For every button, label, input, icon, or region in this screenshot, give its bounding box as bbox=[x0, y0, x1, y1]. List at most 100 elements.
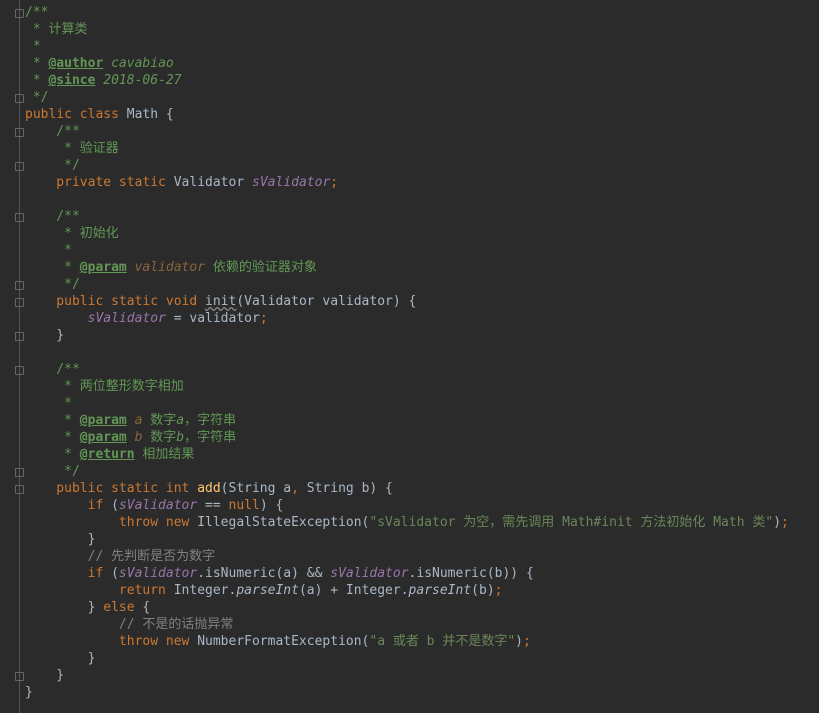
fold-toggle-icon[interactable] bbox=[15, 672, 24, 681]
code-token-doc: * bbox=[25, 447, 80, 462]
code-line[interactable]: public static void init(Validator valida… bbox=[25, 293, 819, 310]
code-token-str: "a 或者 b 并不是数字" bbox=[369, 634, 515, 649]
code-token-plain: (a) + Integer. bbox=[299, 583, 409, 598]
code-token-doc: * bbox=[25, 56, 48, 71]
fold-toggle-icon[interactable] bbox=[15, 162, 24, 171]
code-token-semi: ; bbox=[330, 175, 338, 190]
code-line[interactable]: */ bbox=[25, 89, 819, 106]
code-line[interactable]: * @since 2018-06-27 bbox=[25, 72, 819, 89]
code-token-plain: } bbox=[25, 651, 95, 666]
code-line[interactable]: public class Math { bbox=[25, 106, 819, 123]
fold-toggle-icon[interactable] bbox=[15, 332, 24, 341]
code-line[interactable]: return Integer.parseInt(a) + Integer.par… bbox=[25, 582, 819, 599]
code-line[interactable] bbox=[25, 344, 819, 361]
code-line[interactable]: * 计算类 bbox=[25, 21, 819, 38]
fold-toggle-icon[interactable] bbox=[15, 366, 24, 375]
fold-toggle-icon[interactable] bbox=[15, 298, 24, 307]
code-line[interactable]: * @author cavabiao bbox=[25, 55, 819, 72]
fold-toggle-icon[interactable] bbox=[15, 485, 24, 494]
code-token-dparam: validator bbox=[127, 260, 205, 275]
code-token-doc: */ bbox=[25, 90, 48, 105]
code-token-plain: (Validator validator) { bbox=[236, 294, 416, 309]
code-line[interactable]: * 两位整形数字相加 bbox=[25, 378, 819, 395]
code-line[interactable]: /** bbox=[25, 4, 819, 21]
code-token-dparam: b bbox=[127, 430, 143, 445]
code-line[interactable]: * 初始化 bbox=[25, 225, 819, 242]
code-line[interactable]: * @param b 数字b，字符串 bbox=[25, 429, 819, 446]
code-line[interactable]: } bbox=[25, 684, 819, 701]
code-line[interactable]: * @param a 数字a，字符串 bbox=[25, 412, 819, 429]
code-token-plain: } bbox=[25, 328, 64, 343]
code-token-doc: * 验证器 bbox=[25, 141, 119, 156]
code-editor[interactable]: /** * 计算类 * * @author cavabiao * @since … bbox=[25, 4, 819, 701]
code-token-doc: /** bbox=[25, 209, 80, 224]
code-token-plain: } bbox=[25, 532, 95, 547]
code-line[interactable]: /** bbox=[25, 123, 819, 140]
code-token-doc: /** bbox=[25, 362, 80, 377]
code-line[interactable]: } else { bbox=[25, 599, 819, 616]
code-line[interactable]: */ bbox=[25, 463, 819, 480]
code-line[interactable]: throw new IllegalStateException("sValida… bbox=[25, 514, 819, 531]
code-line[interactable]: * bbox=[25, 395, 819, 412]
code-token-doc: * bbox=[25, 260, 80, 275]
code-token-plain: IllegalStateException( bbox=[197, 515, 369, 530]
fold-toggle-icon[interactable] bbox=[15, 9, 24, 18]
code-line[interactable]: } bbox=[25, 531, 819, 548]
code-token-doc: * bbox=[25, 396, 72, 411]
code-line[interactable]: /** bbox=[25, 208, 819, 225]
code-token-dparam: a bbox=[127, 413, 143, 428]
code-line[interactable]: sValidator = validator; bbox=[25, 310, 819, 327]
fold-toggle-icon[interactable] bbox=[15, 281, 24, 290]
code-token-plain: ) { bbox=[260, 498, 283, 513]
code-token-doc: */ bbox=[25, 277, 80, 292]
code-line[interactable]: /** bbox=[25, 361, 819, 378]
code-token-plain: Validator bbox=[174, 175, 252, 190]
fold-toggle-icon[interactable] bbox=[15, 468, 24, 477]
fold-toggle-icon[interactable] bbox=[15, 94, 24, 103]
code-line[interactable]: // 不是的话抛异常 bbox=[25, 616, 819, 633]
code-line[interactable]: } bbox=[25, 327, 819, 344]
code-token-field: sValidator bbox=[119, 498, 197, 513]
code-token-dital: b bbox=[176, 430, 184, 445]
code-line[interactable]: * bbox=[25, 242, 819, 259]
fold-toggle-icon[interactable] bbox=[15, 213, 24, 222]
code-token-doc: * 计算类 bbox=[25, 22, 87, 37]
code-token-tag: @author bbox=[48, 56, 103, 71]
code-token-doc: * 初始化 bbox=[25, 226, 119, 241]
code-token-tag: @since bbox=[48, 73, 95, 88]
code-token-field: sValidator bbox=[119, 566, 197, 581]
code-line[interactable] bbox=[25, 191, 819, 208]
code-line[interactable]: */ bbox=[25, 157, 819, 174]
editor-gutter[interactable] bbox=[0, 0, 20, 713]
code-token-kw: public class bbox=[25, 107, 127, 122]
code-token-doc: * bbox=[25, 73, 48, 88]
code-token-field: sValidator bbox=[330, 566, 408, 581]
code-token-doc: */ bbox=[25, 464, 80, 479]
code-token-doc: /** bbox=[25, 124, 80, 139]
code-token-plain: Math { bbox=[127, 107, 174, 122]
code-line[interactable]: } bbox=[25, 667, 819, 684]
code-line[interactable]: private static Validator sValidator; bbox=[25, 174, 819, 191]
code-token-plain: } bbox=[25, 668, 64, 683]
code-line[interactable]: // 先判断是否为数字 bbox=[25, 548, 819, 565]
code-line[interactable]: * 验证器 bbox=[25, 140, 819, 157]
code-line[interactable]: * @return 相加结果 bbox=[25, 446, 819, 463]
code-line[interactable]: if (sValidator.isNumeric(a) && sValidato… bbox=[25, 565, 819, 582]
code-line[interactable]: } bbox=[25, 650, 819, 667]
code-token-kw: null bbox=[229, 498, 260, 513]
code-token-dital: 2018-06-27 bbox=[95, 73, 181, 88]
code-line[interactable]: * bbox=[25, 38, 819, 55]
fold-toggle-icon[interactable] bbox=[15, 128, 24, 137]
code-line[interactable]: public static int add(String a, String b… bbox=[25, 480, 819, 497]
code-token-doc: * 两位整形数字相加 bbox=[25, 379, 184, 394]
code-line[interactable]: */ bbox=[25, 276, 819, 293]
code-token-doc: ，字符串 bbox=[184, 430, 236, 445]
code-token-doc: * bbox=[25, 413, 80, 428]
code-token-plain: Integer. bbox=[174, 583, 237, 598]
code-line[interactable]: if (sValidator == null) { bbox=[25, 497, 819, 514]
code-line[interactable]: throw new NumberFormatException("a 或者 b … bbox=[25, 633, 819, 650]
code-token-plain: (b) bbox=[471, 583, 494, 598]
code-line[interactable]: * @param validator 依赖的验证器对象 bbox=[25, 259, 819, 276]
code-token-doc: 数字 bbox=[142, 413, 176, 428]
code-token-sital: parseInt bbox=[409, 583, 472, 598]
